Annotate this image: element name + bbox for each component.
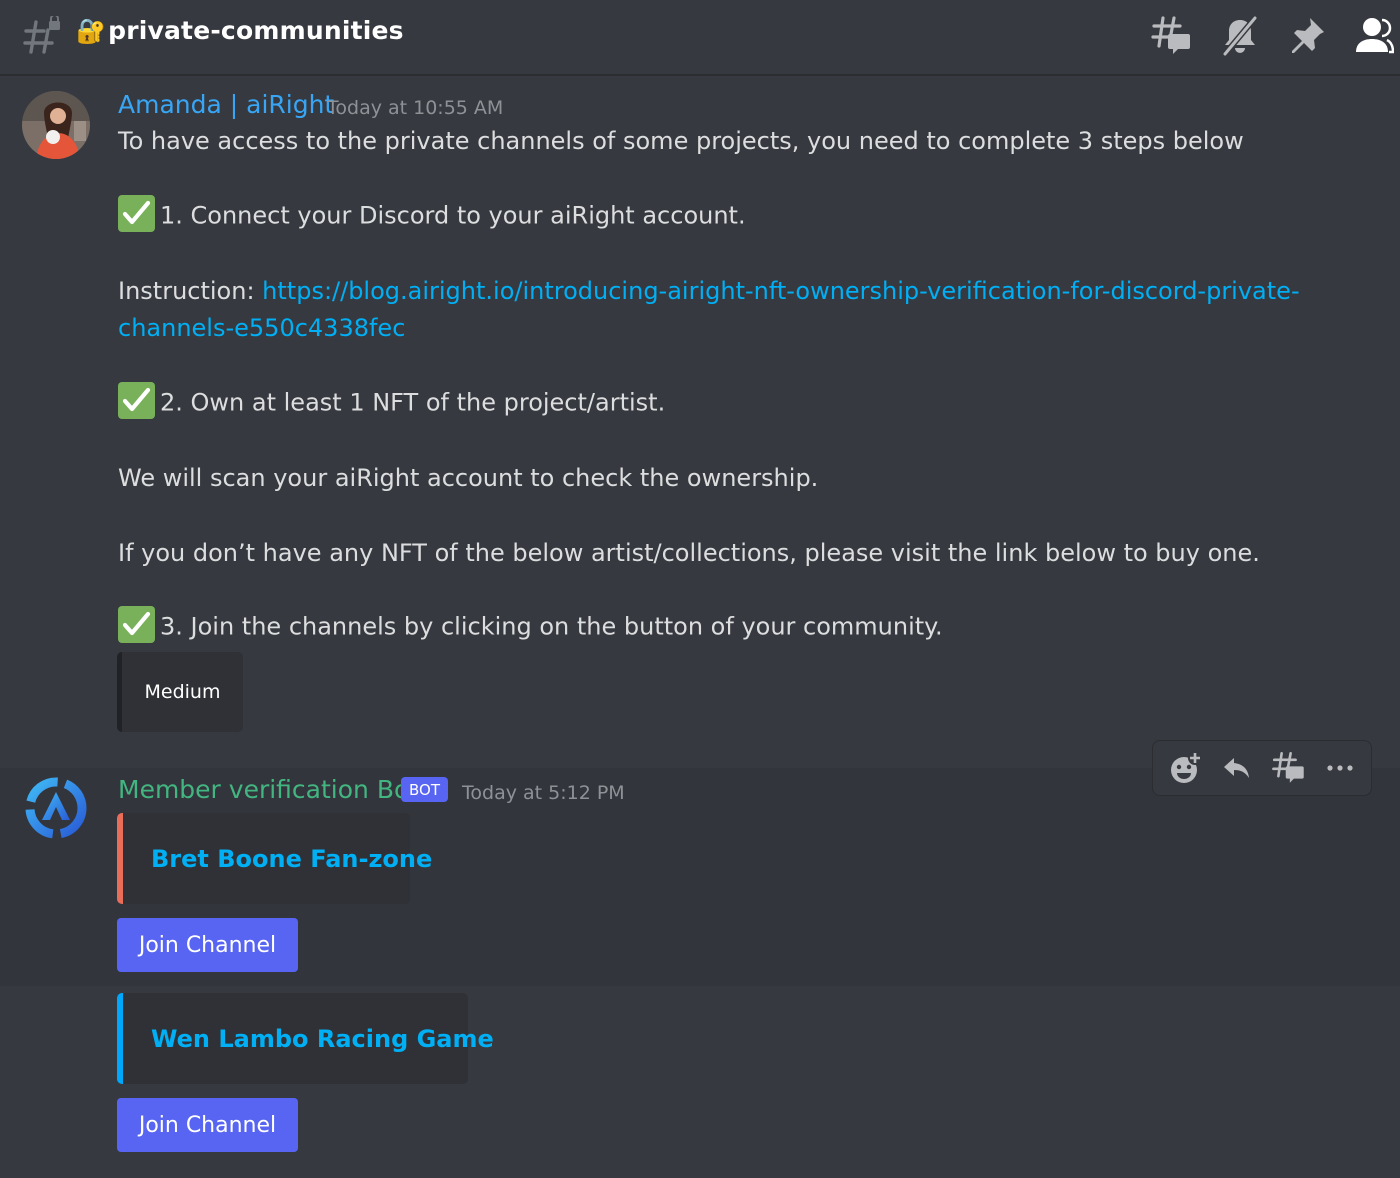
check-mark-icon: [118, 606, 155, 643]
mute-bell-icon[interactable]: [1220, 14, 1260, 58]
bot-timestamp: Today at 5:12 PM: [462, 782, 625, 804]
avatar[interactable]: [22, 91, 90, 159]
embed-wen-lambo: Wen Lambo Racing Game: [117, 993, 494, 1084]
bot-author[interactable]: Member verification Bot: [118, 775, 419, 804]
channel-header: 🔐 private-communities: [0, 0, 1400, 76]
add-reaction-icon[interactable]: [1168, 750, 1204, 786]
channel-name: private-communities: [108, 16, 404, 45]
join-channel-button[interactable]: Join Channel: [117, 1098, 298, 1152]
member-list-button[interactable]: [1354, 14, 1394, 58]
bot-avatar[interactable]: [22, 774, 90, 842]
threads-button[interactable]: [1150, 14, 1194, 58]
instruction-label: Instruction:: [118, 277, 263, 305]
instruction-link[interactable]: https://blog.airight.io/introducing-airi…: [262, 277, 1299, 305]
message-instruction: Instruction: https://blog.airight.io/int…: [118, 277, 1300, 305]
check-mark-icon: [118, 195, 155, 232]
bot-badge: BOT: [401, 777, 448, 802]
mute-button[interactable]: [1220, 14, 1260, 58]
create-thread-icon[interactable]: [1271, 750, 1307, 786]
step-3-text: 3. Join the channels by clicking on the …: [160, 612, 943, 641]
member-list-icon[interactable]: [1354, 14, 1394, 58]
threads-icon[interactable]: [1150, 14, 1194, 58]
pinned-messages-button[interactable]: [1288, 14, 1328, 58]
more-icon[interactable]: [1324, 752, 1356, 784]
lock-emoji: 🔐: [76, 16, 107, 45]
channel-title: 🔐 private-communities: [76, 16, 404, 45]
embed-title[interactable]: Wen Lambo Racing Game: [151, 1025, 494, 1053]
message-text-intro: To have access to the private channels o…: [118, 127, 1244, 155]
instruction-link-continued[interactable]: channels-e550c4338fec: [118, 314, 405, 342]
message-buy-note: If you don’t have any NFT of the below a…: [118, 539, 1260, 567]
check-mark-icon: [118, 382, 155, 419]
step-1-text: 1. Connect your Discord to your aiRight …: [160, 201, 746, 230]
pin-icon[interactable]: [1288, 14, 1328, 58]
message-action-bar: [1152, 740, 1372, 796]
message-step-3: 3. Join the channels by clicking on the …: [118, 606, 943, 646]
message-timestamp: Today at 10:55 AM: [327, 97, 504, 119]
embed-bret-boone: Bret Boone Fan-zone: [117, 813, 432, 904]
embed-title[interactable]: Bret Boone Fan-zone: [151, 845, 432, 873]
message-scan-note: We will scan your aiRight account to che…: [118, 464, 819, 492]
join-channel-button[interactable]: Join Channel: [117, 918, 298, 972]
message-step-2: 2. Own at least 1 NFT of the project/art…: [118, 382, 666, 422]
reply-icon[interactable]: [1221, 752, 1253, 784]
message-step-1: 1. Connect your Discord to your aiRight …: [118, 195, 746, 235]
message-author[interactable]: Amanda | aiRight: [118, 90, 334, 119]
hashtag-lock-icon: [23, 16, 60, 54]
airight-logo-icon: [25, 777, 87, 839]
step-2-text: 2. Own at least 1 NFT of the project/art…: [160, 388, 666, 417]
user-avatar-image: [22, 91, 90, 159]
medium-embed[interactable]: Medium: [117, 652, 243, 732]
